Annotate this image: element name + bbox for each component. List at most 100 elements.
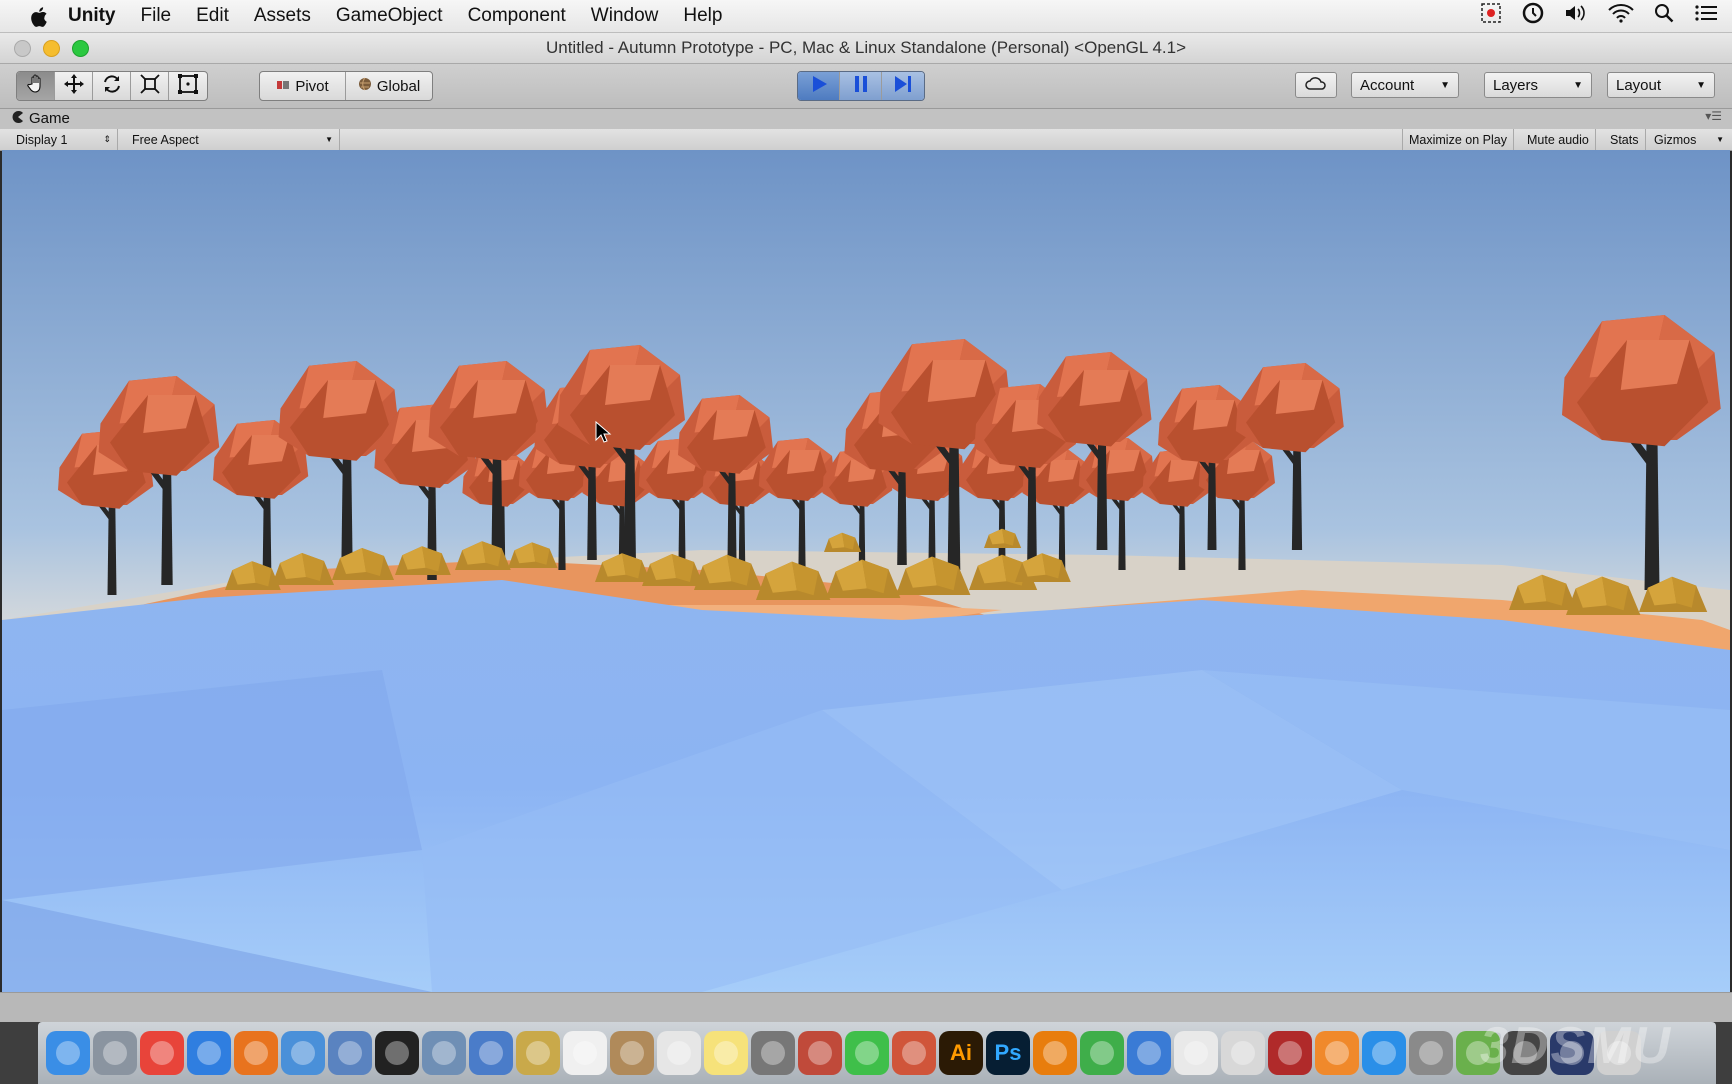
move-tool-button[interactable] [55, 72, 93, 100]
xcode-icon[interactable] [281, 1031, 325, 1075]
menu-gameobject[interactable]: GameObject [336, 5, 443, 27]
contacts-icon-glyph [620, 1041, 644, 1065]
menu-component[interactable]: Component [468, 5, 566, 27]
menu-assets[interactable]: Assets [254, 5, 311, 27]
html5-icon-glyph [902, 1041, 926, 1065]
pause-icon [853, 75, 869, 97]
gizmos-dropdown[interactable]: Gizmos ▼ [1648, 129, 1730, 150]
screen-record-icon[interactable] [1480, 2, 1502, 30]
layout-label: Layout [1616, 76, 1662, 94]
keynote-icon[interactable] [1127, 1031, 1171, 1075]
vpn-icon-glyph [432, 1041, 456, 1065]
chrome-icon[interactable] [140, 1031, 184, 1075]
transform-tools [16, 71, 208, 101]
cocktail-icon[interactable] [798, 1031, 842, 1075]
stats-toggle[interactable]: Stats [1604, 129, 1646, 150]
pivot-icon [276, 78, 290, 95]
ibooks-icon[interactable] [1315, 1031, 1359, 1075]
rect-tool-icon [177, 73, 199, 99]
rotate-tool-icon [101, 73, 123, 99]
blender-icon[interactable] [1033, 1031, 1077, 1075]
app-store-icon[interactable] [1362, 1031, 1406, 1075]
photos-icon-glyph [573, 1041, 597, 1065]
menu-bar: Unity File Edit Assets GameObject Compon… [0, 0, 1732, 33]
time-machine-icon[interactable] [1522, 2, 1544, 30]
menu-file[interactable]: File [141, 5, 172, 27]
itunes-icon-glyph [1184, 1041, 1208, 1065]
maximize-on-play-toggle[interactable]: Maximize on Play [1402, 129, 1514, 150]
fruit-app-icon-glyph [479, 1041, 503, 1065]
notes-icon[interactable] [704, 1031, 748, 1075]
fruit-app-icon[interactable] [469, 1031, 513, 1075]
firefox-icon[interactable] [234, 1031, 278, 1075]
game-view-controls: Display 1 ⇕ Free Aspect ▼ Maximize on Play… [0, 129, 1732, 151]
play-button[interactable] [798, 72, 840, 100]
watermark-logo: 3DSMU [1479, 1017, 1672, 1075]
notification-center-icon[interactable] [1694, 3, 1718, 29]
volume-icon[interactable] [1564, 3, 1588, 29]
aspect-dropdown[interactable]: Free Aspect ▼ [126, 129, 340, 150]
photo-booth-icon[interactable] [1268, 1031, 1312, 1075]
spotlight-icon[interactable] [1654, 3, 1674, 29]
html5-icon[interactable] [892, 1031, 936, 1075]
layers-dropdown[interactable]: Layers ▼ [1484, 72, 1592, 98]
game-tab[interactable]: Game [12, 110, 70, 127]
step-icon [893, 75, 913, 97]
chevron-down-icon: ▼ [325, 135, 333, 144]
game-scene-render [2, 150, 1730, 992]
photoshop-icon-label: Ps [994, 1040, 1022, 1065]
vpn-icon[interactable] [422, 1031, 466, 1075]
illustrator-icon[interactable]: Ai [939, 1031, 983, 1075]
panel-menu-icon[interactable]: ▾☰ [1705, 109, 1722, 123]
display-label: Display 1 [16, 132, 68, 147]
calculator-icon-glyph [761, 1041, 785, 1065]
facetime-icon-glyph [855, 1041, 879, 1065]
pivot-toggle-button[interactable]: Pivot [260, 72, 346, 100]
scale-tool-button[interactable] [131, 72, 169, 100]
step-button[interactable] [882, 72, 924, 100]
hand-tool-button[interactable] [17, 72, 55, 100]
itunes-icon[interactable] [1174, 1031, 1218, 1075]
numbers-icon[interactable] [1080, 1031, 1124, 1075]
game-pacman-icon [12, 110, 24, 127]
cloud-services-button[interactable] [1295, 72, 1337, 98]
instruments-icon[interactable] [328, 1031, 372, 1075]
game-viewport[interactable] [2, 150, 1730, 992]
mute-audio-toggle[interactable]: Mute audio [1521, 129, 1596, 150]
account-dropdown[interactable]: Account ▼ [1351, 72, 1459, 98]
menu-help[interactable]: Help [683, 5, 722, 27]
textedit-icon[interactable] [657, 1031, 701, 1075]
updown-icon: ⇕ [103, 134, 111, 144]
rotate-tool-button[interactable] [93, 72, 131, 100]
menu-window[interactable]: Window [591, 5, 659, 27]
safari-icon[interactable] [187, 1031, 231, 1075]
finder-icon[interactable] [46, 1031, 90, 1075]
keynote-icon-glyph [1137, 1041, 1161, 1065]
launchpad-icon[interactable] [93, 1031, 137, 1075]
play-icon [810, 75, 828, 97]
unity-icon[interactable] [375, 1031, 419, 1075]
rect-tool-button[interactable] [169, 72, 207, 100]
pause-button[interactable] [840, 72, 882, 100]
contacts-icon[interactable] [610, 1031, 654, 1075]
facetime-icon[interactable] [845, 1031, 889, 1075]
system-preferences-icon[interactable] [1409, 1031, 1453, 1075]
apple-menu-icon[interactable] [30, 6, 50, 27]
preview-icon[interactable] [1221, 1031, 1265, 1075]
dock-shelf: Ai Ps [38, 1022, 1716, 1084]
photos-icon[interactable] [563, 1031, 607, 1075]
menu-app-name[interactable]: Unity [68, 5, 116, 27]
stats-label: Stats [1610, 132, 1639, 147]
launchpad-icon-glyph [103, 1041, 127, 1065]
global-toggle-button[interactable]: Global [346, 72, 432, 100]
paint-icon[interactable] [516, 1031, 560, 1075]
calculator-icon[interactable] [751, 1031, 795, 1075]
wifi-icon[interactable] [1608, 3, 1634, 29]
display-dropdown[interactable]: Display 1 ⇕ [10, 129, 118, 150]
menu-edit[interactable]: Edit [196, 5, 229, 27]
photoshop-icon[interactable]: Ps [986, 1031, 1030, 1075]
game-tab-label: Game [29, 110, 70, 127]
layout-dropdown[interactable]: Layout ▼ [1607, 72, 1715, 98]
chevron-down-icon: ▼ [1573, 79, 1583, 91]
chevron-down-icon: ▼ [1440, 79, 1450, 91]
